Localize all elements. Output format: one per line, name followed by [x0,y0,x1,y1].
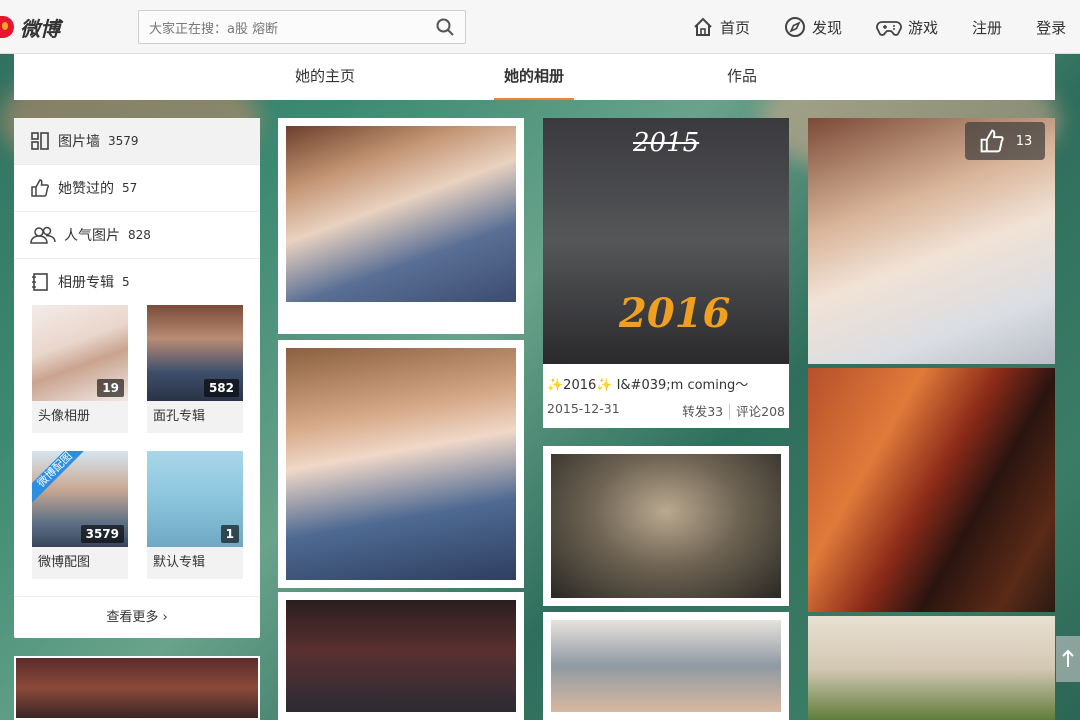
nav-discover[interactable]: 发现 [784,16,842,38]
register-link[interactable]: 注册 [972,17,1002,38]
photo [286,126,516,302]
album-default[interactable]: 1 默认专辑 [147,451,243,579]
photo-card[interactable] [808,616,1055,720]
sidebar-item-liked[interactable]: 她赞过的 57 [14,165,260,212]
logo-text: 微博 [20,16,60,41]
photo [551,620,781,712]
albums-count: 5 [122,275,130,289]
search-box[interactable]: 大家正在搜：a股 熔断 [138,10,466,44]
album-count: 3579 [80,525,124,543]
photo-card[interactable] [278,592,524,720]
photo-meta: 2015-12-31 转发33 评论208 [547,401,785,420]
photo [808,368,1055,612]
login-link[interactable]: 登录 [1036,17,1066,38]
album-faces[interactable]: 582 面孔专辑 [147,305,243,433]
photo: 2015 2016 [543,118,789,364]
photo-card[interactable] [278,340,524,588]
photo-year-bottom: 2016 [619,290,731,337]
photo-card[interactable] [808,368,1055,612]
sidebar-item-count: 828 [128,228,151,242]
photo-card[interactable]: 13 [808,118,1055,364]
sidebar-item-count: 57 [122,181,138,195]
sidebar-item-popular[interactable]: 人气图片 828 [14,212,260,259]
photo-card[interactable] [14,656,260,720]
compass-icon [785,17,806,37]
album-label: 微博配图 [32,547,128,579]
photo-caption: ✨2016✨ I&#039;m coming～ [547,378,749,393]
album-label: 面孔专辑 [147,401,243,433]
home-icon [694,17,712,36]
search-icon[interactable] [435,17,455,37]
nav-games-label: 游戏 [908,18,939,37]
nav-games[interactable]: 游戏 [876,16,938,38]
photo-year-top: 2015 [633,128,700,158]
weibo-eye-icon [0,16,14,38]
album-avatar[interactable]: 19 头像相册 [32,305,128,433]
photo [808,616,1055,720]
profile-tabs: 她的主页 她的相册 作品 [14,54,1055,100]
photo-date: 2015-12-31 [547,401,620,416]
arrow-up-icon [1062,649,1074,667]
scroll-to-top-button[interactable] [1056,636,1080,682]
photo-card[interactable] [278,118,524,334]
photo [286,600,516,712]
photo-stats: 转发33 评论208 [682,401,785,420]
sidebar-item-label: 她赞过的 [58,181,114,197]
album-sidebar: 图片墙 3579 她赞过的 57 人气图片 828 相册专辑 5 19 头像相册… [14,118,260,638]
album-count: 582 [203,379,239,397]
comment-link[interactable]: 评论208 [729,404,785,419]
album-cover: 微博配图 3579 [32,451,128,547]
sidebar-item-label: 图片墙 [58,134,100,150]
featured-photo-card[interactable]: 2015 2016 ✨2016✨ I&#039;m coming～ 2015-1… [543,118,789,428]
albums-title: 相册专辑 [58,275,114,291]
album-ribbon: 微博配图 [32,451,92,507]
nav-discover-label: 发现 [812,18,843,37]
album-cover: 19 [32,305,128,401]
sidebar-item-label: 人气图片 [64,228,120,244]
people-icon [30,226,56,244]
tab-album[interactable]: 她的相册 [494,54,574,100]
album-grid: 19 头像相册 582 面孔专辑 微博配图 3579 微博配图 1 默认专辑 [14,305,260,605]
weibo-logo[interactable]: 微博 [0,12,60,42]
photo-card[interactable] [543,612,789,720]
albums-header[interactable]: 相册专辑 5 [14,259,260,305]
photo [551,454,781,598]
grid-icon [31,132,49,150]
like-button[interactable]: 13 [965,122,1045,160]
tab-works[interactable]: 作品 [714,54,770,100]
tab-home[interactable]: 她的主页 [284,54,366,100]
gamepad-icon [876,21,902,36]
like-count: 13 [1015,133,1033,149]
album-label: 默认专辑 [147,547,243,579]
repost-link[interactable]: 转发33 [682,404,723,419]
album-label: 头像相册 [32,401,128,433]
photo [286,348,516,580]
album-count: 19 [97,379,124,397]
sidebar-item-photo-wall[interactable]: 图片墙 3579 [14,118,260,165]
album-cover: 582 [147,305,243,401]
nav-home[interactable]: 首页 [692,16,750,38]
album-weibo-images[interactable]: 微博配图 3579 微博配图 [32,451,128,579]
sidebar-item-count: 3579 [108,134,139,148]
thumbs-up-icon [980,129,1004,153]
photo [16,658,258,718]
album-count: 1 [220,525,239,543]
see-more-link[interactable]: 查看更多 › [14,596,260,638]
album-book-icon [32,273,48,291]
search-input[interactable]: 大家正在搜：a股 熔断 [149,18,435,37]
photo-card[interactable] [543,446,789,606]
top-navigation-bar: 微博 大家正在搜：a股 熔断 首页 发现 游戏 注册 登录 [0,0,1080,54]
top-nav: 首页 发现 游戏 注册 登录 [692,0,1066,54]
album-cover: 1 [147,451,243,547]
thumbs-up-icon [31,179,49,197]
nav-home-label: 首页 [720,18,751,37]
